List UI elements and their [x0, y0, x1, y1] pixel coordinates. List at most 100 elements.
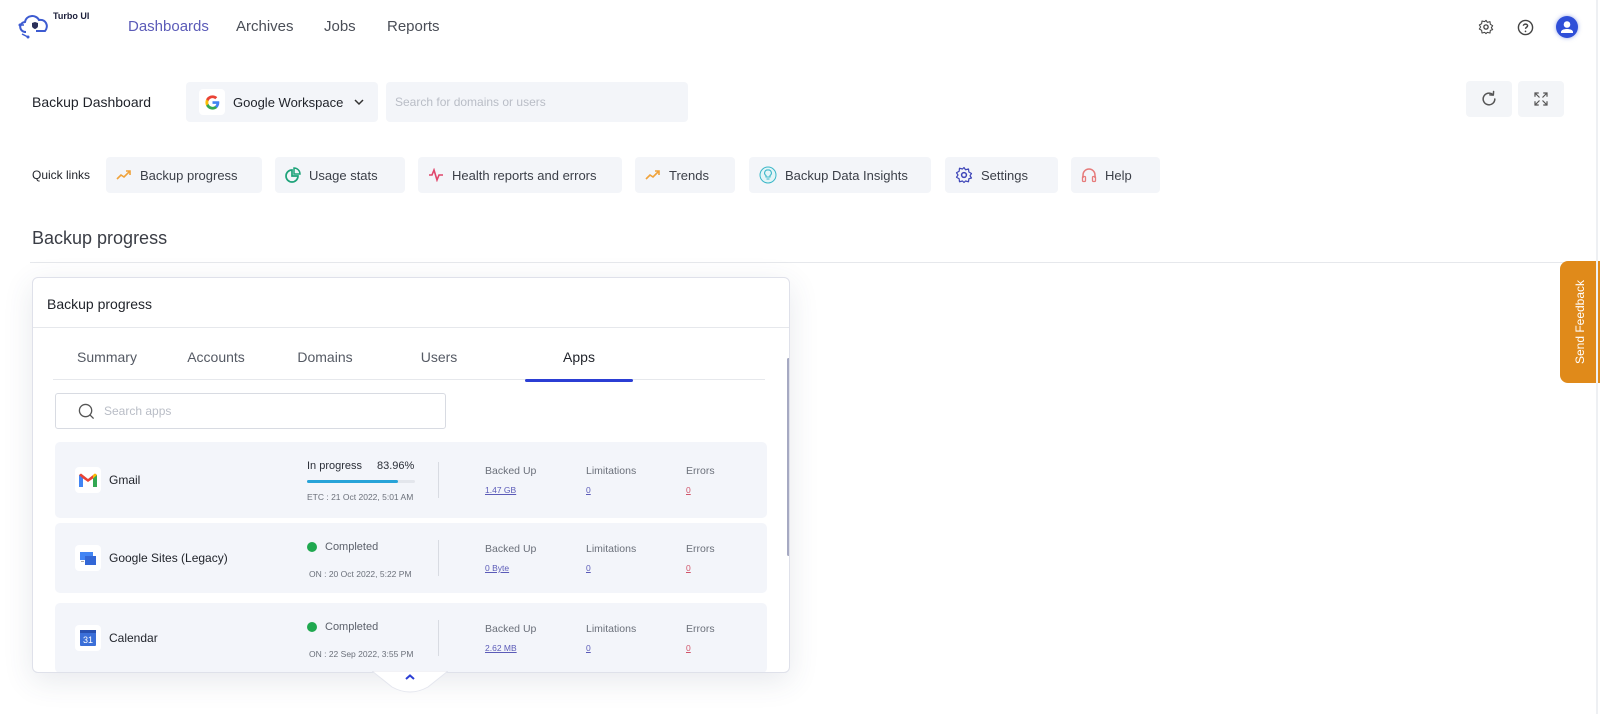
domain-user-search-input[interactable]	[386, 82, 688, 122]
limitations-link[interactable]: 0	[586, 643, 591, 653]
tab-apps[interactable]: Apps	[525, 348, 633, 382]
quick-link-label: Backup Data Insights	[785, 167, 908, 183]
app-row-calendar[interactable]: 31 Calendar Completed ON : 22 Sep 2022, …	[55, 603, 767, 672]
errors-label: Errors	[686, 543, 715, 555]
backed-up-label: Backed Up	[485, 623, 537, 635]
app-row-gmail[interactable]: Gmail In progress 83.96% ETC : 21 Oct 20…	[55, 442, 767, 518]
limitations-label: Limitations	[586, 465, 637, 477]
status-date: ON : 20 Oct 2022, 5:22 PM	[309, 569, 412, 579]
quick-link-backup-data-insights[interactable]: Backup Data Insights	[749, 157, 931, 193]
cloud-shield-icon	[18, 15, 48, 39]
gear-icon	[1478, 19, 1494, 35]
app-name: Calendar	[109, 631, 158, 645]
card-title: Backup progress	[47, 296, 153, 312]
tab-summary[interactable]: Summary	[53, 348, 161, 380]
app-name: Turbo UI	[53, 11, 90, 21]
progress-percent: 83.96%	[377, 460, 415, 472]
gear-icon	[955, 166, 973, 184]
app-search-box	[55, 393, 446, 429]
limitations-link[interactable]: 0	[586, 563, 591, 573]
google-sites-icon	[75, 545, 101, 571]
quick-link-backup-progress[interactable]: Backup progress	[106, 157, 262, 193]
tab-accounts[interactable]: Accounts	[162, 348, 270, 380]
top-navigation: Turbo UI Dashboards Archives Jobs Report…	[0, 0, 1600, 54]
quick-link-help[interactable]: Help	[1071, 157, 1160, 193]
trend-up-icon	[645, 169, 661, 181]
errors-label: Errors	[686, 623, 715, 635]
workspace-select[interactable]: Google Workspace	[186, 82, 378, 122]
help-icon	[1517, 19, 1533, 35]
tab-users[interactable]: Users	[385, 348, 493, 380]
refresh-icon	[1482, 90, 1496, 106]
send-feedback-button[interactable]: Send Feedback	[1560, 261, 1600, 383]
errors-label: Errors	[686, 465, 715, 477]
nav-jobs[interactable]: Jobs	[324, 18, 356, 35]
settings-button[interactable]	[1475, 16, 1497, 38]
tab-bar: Summary Accounts Domains Users Apps	[53, 348, 765, 382]
user-avatar-icon	[1561, 21, 1573, 33]
app-name: Google Sites (Legacy)	[109, 551, 228, 565]
quick-link-label: Settings	[981, 167, 1028, 183]
user-avatar-button[interactable]	[1556, 16, 1578, 38]
nav-archives[interactable]: Archives	[236, 18, 294, 35]
quick-links-label: Quick links	[32, 168, 91, 182]
quick-link-usage-stats[interactable]: Usage stats	[275, 157, 405, 193]
send-feedback-label: Send Feedback	[1573, 279, 1587, 365]
status-date: ETC : 21 Oct 2022, 5:01 AM	[307, 492, 414, 502]
progress-bar	[307, 480, 415, 483]
limitations-link[interactable]: 0	[586, 485, 591, 495]
workspace-select-value: Google Workspace	[233, 94, 344, 110]
pulse-icon	[428, 168, 444, 182]
quick-link-label: Trends	[669, 167, 709, 183]
google-calendar-icon: 31	[75, 625, 101, 651]
status-dot-completed	[307, 542, 317, 552]
backed-up-link[interactable]: 2.62 MB	[485, 643, 517, 653]
limitations-label: Limitations	[586, 623, 637, 635]
progress-bar-fill	[307, 480, 398, 483]
errors-link[interactable]: 0	[686, 563, 691, 573]
nav-dashboards[interactable]: Dashboards	[128, 18, 209, 35]
google-g-icon	[199, 89, 225, 115]
backed-up-link[interactable]: 1.47 GB	[485, 485, 516, 495]
calendar-day: 31	[83, 635, 93, 645]
lightbulb-icon	[759, 166, 777, 184]
fullscreen-icon	[1534, 92, 1548, 106]
nav-reports[interactable]: Reports	[387, 18, 440, 35]
app-row-google-sites[interactable]: Google Sites (Legacy) Completed ON : 20 …	[55, 523, 767, 593]
search-icon	[78, 403, 95, 420]
page-title: Backup Dashboard	[32, 94, 152, 110]
scrollbar[interactable]	[787, 358, 789, 556]
status-label: Completed	[325, 541, 379, 553]
section-divider	[30, 262, 1600, 263]
refresh-button[interactable]	[1466, 81, 1512, 117]
quick-link-label: Usage stats	[309, 167, 378, 183]
gmail-icon	[75, 467, 101, 493]
tab-domains[interactable]: Domains	[271, 348, 379, 380]
fullscreen-button[interactable]	[1518, 81, 1564, 117]
quick-link-settings[interactable]: Settings	[945, 157, 1058, 193]
backup-progress-card: Backup progress Summary Accounts Domains…	[32, 277, 790, 673]
collapse-button[interactable]	[370, 670, 450, 693]
headphones-icon	[1081, 167, 1097, 183]
backed-up-label: Backed Up	[485, 465, 537, 477]
errors-link[interactable]: 0	[686, 643, 691, 653]
quick-link-trends[interactable]: Trends	[635, 157, 735, 193]
section-title: Backup progress	[32, 228, 168, 248]
trend-up-icon	[116, 169, 132, 181]
pie-chart-icon	[285, 167, 301, 183]
status-dot-completed	[307, 622, 317, 632]
errors-link[interactable]: 0	[686, 485, 691, 495]
quick-link-label: Backup progress	[140, 167, 238, 183]
help-button[interactable]	[1514, 16, 1536, 38]
chevron-down-icon	[354, 99, 364, 106]
quick-link-health-reports[interactable]: Health reports and errors	[418, 157, 622, 193]
limitations-label: Limitations	[586, 543, 637, 555]
page-scrollbar-track	[1596, 0, 1598, 714]
backed-up-link[interactable]: 0 Byte	[485, 563, 509, 573]
status-label: Completed	[325, 621, 379, 633]
app-logo[interactable]: Turbo UI	[16, 8, 96, 44]
divider	[438, 540, 439, 576]
card-divider	[33, 327, 789, 328]
status-label: In progress	[307, 460, 363, 472]
app-search-input[interactable]	[104, 394, 434, 428]
